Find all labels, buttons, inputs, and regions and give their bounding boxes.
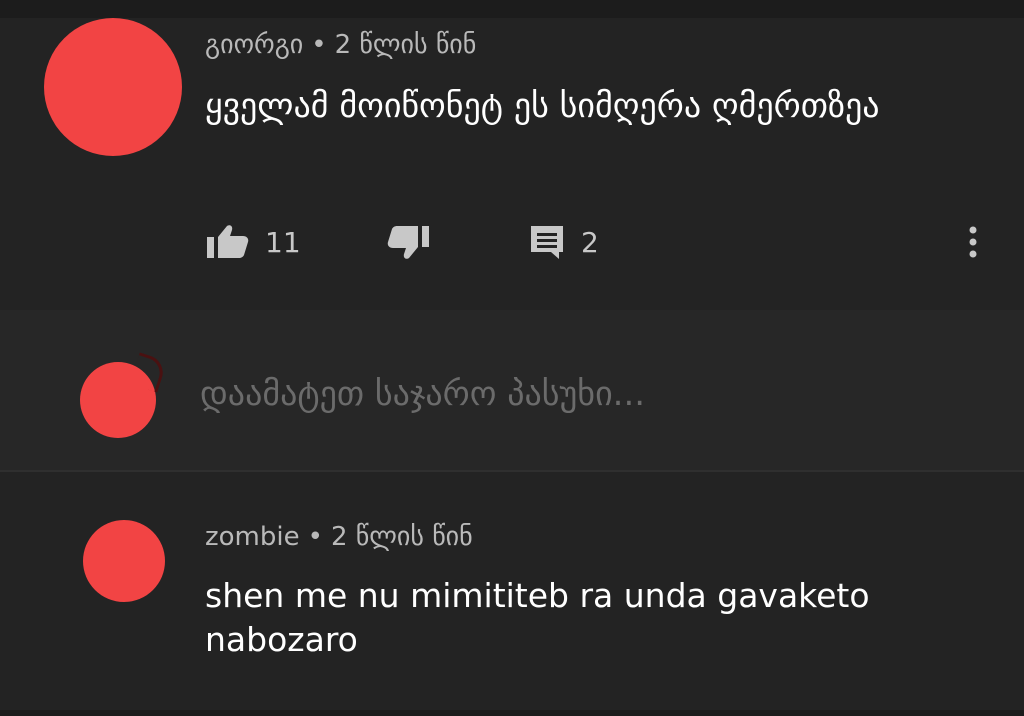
comment-time[interactable]: 2 წლის წინ: [335, 30, 477, 60]
comment-meta: გიორგი • 2 წლის წინ: [205, 30, 476, 60]
reply-composer: დაამატეთ საჯარო პასუხი...: [0, 310, 1024, 472]
reply-button[interactable]: 2: [527, 218, 599, 266]
comment-author[interactable]: გიორგი: [205, 30, 303, 60]
comment-author[interactable]: zombie: [205, 522, 300, 552]
meta-separator: •: [307, 522, 323, 552]
comment-icon: [527, 223, 567, 261]
dislike-button[interactable]: [385, 218, 431, 266]
bottom-strip: [0, 710, 1024, 716]
meta-separator: •: [311, 30, 327, 60]
avatar[interactable]: [44, 18, 182, 156]
top-strip: [0, 0, 1024, 18]
reply-count: 2: [581, 225, 599, 259]
more-vert-icon: [963, 222, 983, 262]
thumb-down-icon: [385, 224, 431, 260]
comment-meta: zombie • 2 წლის წინ: [205, 522, 473, 552]
comment-thread-main: გიორგი • 2 წლის წინ ყველამ მოიწონეტ ეს სიმ…: [0, 18, 1024, 310]
like-button[interactable]: 11: [205, 218, 301, 266]
like-count: 11: [265, 225, 301, 259]
comment-text: shen me nu mimititeb ra unda gavaketo na…: [205, 576, 870, 659]
comment-actions: 11 2: [205, 218, 985, 266]
comment-text: ყველამ მოიწონეტ ეს სიმღერა ღმერთზეა: [205, 86, 880, 126]
avatar[interactable]: [83, 520, 165, 602]
comment-time[interactable]: 2 წლის წინ: [331, 522, 473, 552]
thumb-up-icon: [205, 224, 251, 260]
more-options-button[interactable]: [963, 218, 983, 266]
comment-thread-reply: zombie • 2 წლის წინ shen me nu mimititeb r…: [0, 472, 1024, 716]
public-reply-input[interactable]: დაამატეთ საჯარო პასუხი...: [200, 374, 645, 414]
